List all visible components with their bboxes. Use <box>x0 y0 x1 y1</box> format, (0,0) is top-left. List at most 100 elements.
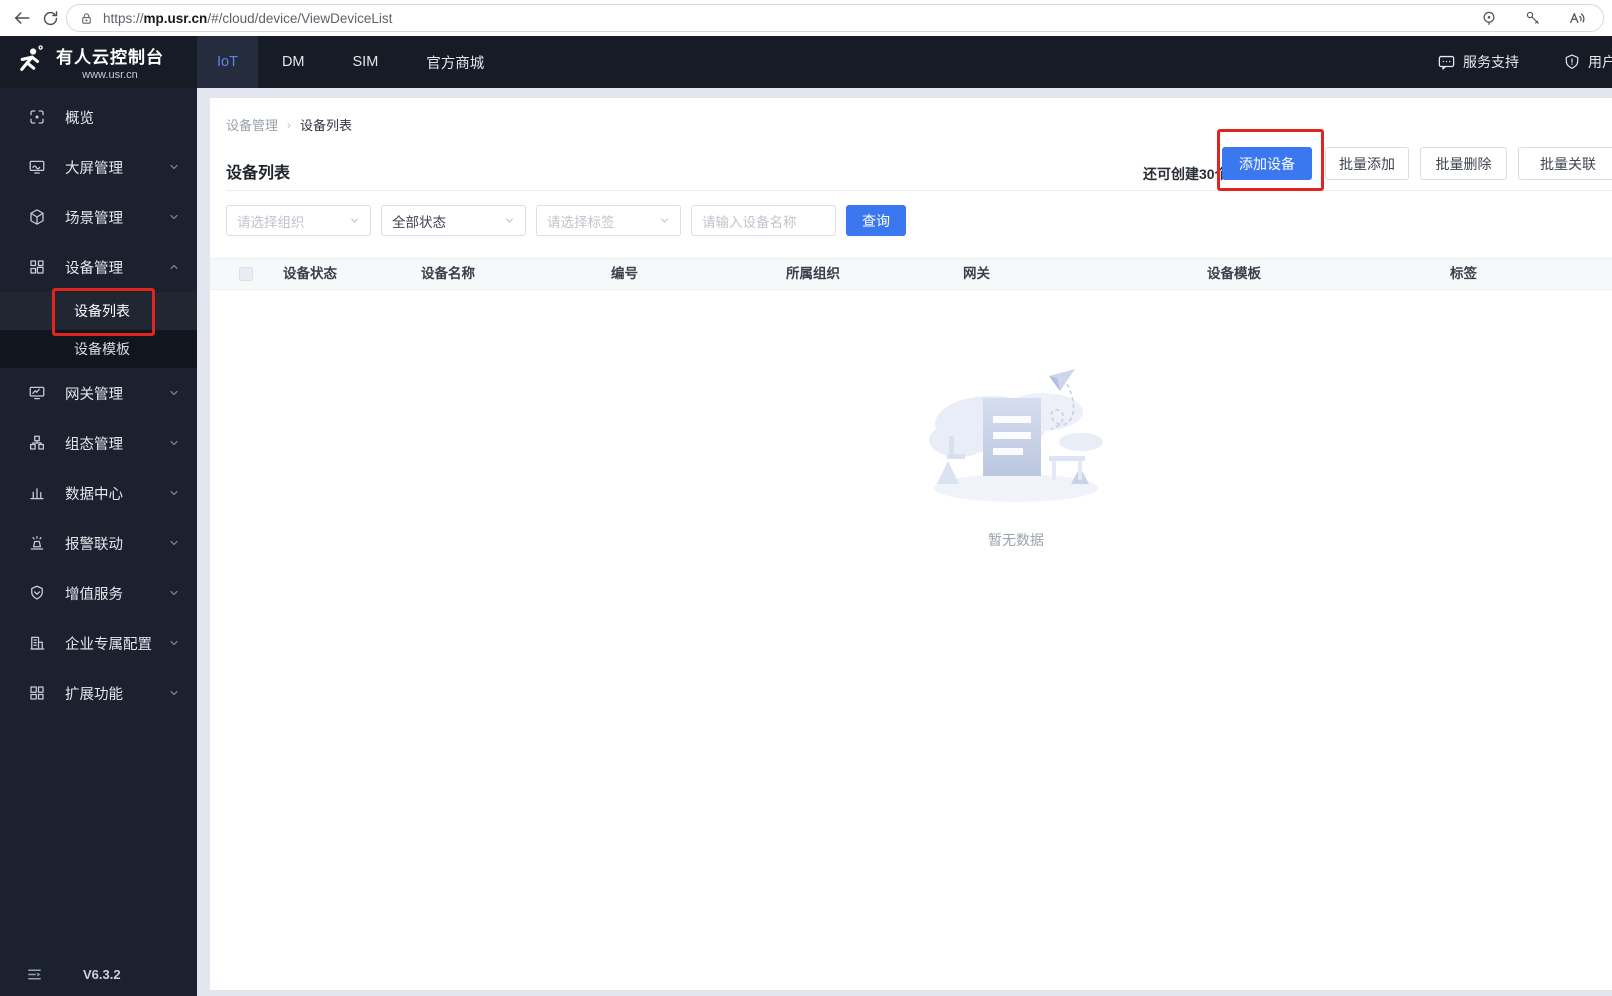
data-center-icon <box>30 488 44 500</box>
browser-back-button[interactable] <box>8 4 36 32</box>
sidebar-label: 企业专属配置 <box>65 636 152 653</box>
breadcrumb: 设备管理 › 设备列表 <box>226 115 352 134</box>
sidebar-item-alarm[interactable]: 报警联动 <box>0 518 197 568</box>
add-device-button[interactable]: 添加设备 <box>1222 147 1312 180</box>
app-header: 有人云控制台 www.usr.cn IoT DM SIM 官方商城 服务支持 用… <box>0 36 1612 88</box>
page-title: 设备列表 <box>226 165 291 182</box>
column-header-organization[interactable]: 所属组织 <box>786 259 840 289</box>
sidebar-label: 设备列表 <box>74 303 130 319</box>
batch-add-button[interactable]: 批量添加 <box>1325 147 1409 180</box>
sidebar-label: 扩展功能 <box>65 686 123 703</box>
organization-select-placeholder: 请选择组织 <box>237 214 305 230</box>
scene-icon <box>30 209 44 225</box>
main-content: 设备管理 › 设备列表 设备列表 还可创建30个 添加设备 批量添加 批量删除 … <box>197 88 1612 996</box>
tab-iot[interactable]: IoT <box>197 36 258 88</box>
search-button[interactable]: 查询 <box>846 205 906 236</box>
status-select[interactable]: 全部状态 <box>381 205 526 236</box>
logo[interactable]: 有人云控制台 www.usr.cn <box>0 36 197 88</box>
sidebar-item-scada[interactable]: 组态管理 <box>0 418 197 468</box>
chevron-down-icon <box>170 640 178 646</box>
user-center-link[interactable]: 用户中心 <box>1563 52 1612 72</box>
address-bar[interactable]: https://mp.usr.cn/#/cloud/device/ViewDev… <box>66 4 1604 32</box>
service-support-label: 服务支持 <box>1463 54 1519 70</box>
browser-refresh-button[interactable] <box>36 4 64 32</box>
column-header-gateway[interactable]: 网关 <box>963 259 990 289</box>
chevron-down-icon <box>170 490 178 496</box>
tab-dm[interactable]: DM <box>258 36 329 88</box>
device-name-input[interactable]: 请输入设备名称 <box>691 205 836 236</box>
sidebar-item-scene[interactable]: 场景管理 <box>0 192 197 242</box>
version-label: V6.3.2 <box>83 967 121 982</box>
runner-logo-icon <box>20 45 43 71</box>
chevron-down-icon <box>170 540 178 546</box>
chevron-down-icon <box>170 590 178 596</box>
organization-select[interactable]: 请选择组织 <box>226 205 371 236</box>
shield-icon <box>1565 54 1579 69</box>
breadcrumb-device-management[interactable]: 设备管理 <box>226 115 278 134</box>
user-center-label: 用户中心 <box>1588 54 1612 70</box>
content-card: 设备管理 › 设备列表 设备列表 还可创建30个 添加设备 批量添加 批量删除 … <box>210 98 1612 990</box>
empty-state-text: 暂无数据 <box>988 532 1044 548</box>
title-divider <box>226 190 1612 191</box>
sidebar-item-gateway[interactable]: 网关管理 <box>0 368 197 418</box>
sidebar-item-device-management[interactable]: 设备管理 <box>0 242 197 292</box>
sidebar-label: 增值服务 <box>65 586 123 603</box>
sidebar-item-device-template[interactable]: 设备模板 <box>0 330 197 368</box>
chevron-down-icon <box>351 218 358 223</box>
sidebar-item-big-screen[interactable]: 大屏管理 <box>0 142 197 192</box>
batch-link-button[interactable]: 批量关联 <box>1518 147 1612 180</box>
chevron-down-icon <box>170 214 178 220</box>
sidebar: 概览 大屏管理 场景管理 设备管理 设备列表 设备模板 网关管理 组态管理 数据 <box>0 88 197 996</box>
column-header-device-status[interactable]: 设备状态 <box>283 259 337 289</box>
chevron-down-icon <box>661 218 668 223</box>
select-all-checkbox[interactable] <box>239 267 253 281</box>
sidebar-label: 概览 <box>65 110 94 127</box>
sidebar-item-overview[interactable]: 概览 <box>0 92 197 142</box>
column-header-device-name[interactable]: 设备名称 <box>421 259 475 289</box>
sidebar-label: 网关管理 <box>65 386 123 403</box>
app-title: 有人云控制台 <box>56 48 164 67</box>
chat-icon <box>1438 55 1455 70</box>
chevron-down-icon <box>170 164 178 170</box>
sidebar-label: 大屏管理 <box>65 160 123 177</box>
sidebar-label: 组态管理 <box>65 436 123 453</box>
tab-official-store[interactable]: 官方商城 <box>402 36 508 88</box>
sidebar-label: 场景管理 <box>65 210 123 227</box>
empty-state: 暂无数据 <box>921 366 1111 550</box>
chevron-up-icon <box>170 264 178 270</box>
column-header-serial[interactable]: 编号 <box>611 259 638 289</box>
column-header-template[interactable]: 设备模板 <box>1207 259 1261 289</box>
batch-delete-button[interactable]: 批量删除 <box>1420 147 1507 180</box>
breadcrumb-separator-icon: › <box>287 117 292 132</box>
quota-remaining-label: 还可创建30个 <box>1143 166 1229 182</box>
read-aloud-icon[interactable] <box>1568 9 1587 28</box>
sidebar-item-device-list[interactable]: 设备列表 <box>0 292 197 330</box>
sidebar-item-enterprise-config[interactable]: 企业专属配置 <box>0 618 197 668</box>
device-management-submenu: 设备列表 设备模板 <box>0 292 197 368</box>
sidebar-label: 数据中心 <box>65 486 123 503</box>
big-screen-icon <box>29 160 45 174</box>
tab-sim[interactable]: SIM <box>329 36 403 88</box>
service-support-link[interactable]: 服务支持 <box>1437 52 1519 72</box>
value-service-icon <box>31 585 43 600</box>
chevron-down-icon <box>170 390 178 396</box>
scada-icon <box>29 435 45 450</box>
sidebar-item-value-service[interactable]: 增值服务 <box>0 568 197 618</box>
browser-toolbar: https://mp.usr.cn/#/cloud/device/ViewDev… <box>0 0 1612 36</box>
app-subtitle: www.usr.cn <box>82 69 138 81</box>
sidebar-item-extensions[interactable]: 扩展功能 <box>0 668 197 718</box>
device-icon <box>30 260 44 274</box>
sidebar-label: 报警联动 <box>65 536 123 553</box>
filter-bar: 请选择组织 全部状态 请选择标签 请输入设备名称 查询 <box>226 205 906 236</box>
sidebar-item-data-center[interactable]: 数据中心 <box>0 468 197 518</box>
collapse-sidebar-icon[interactable] <box>26 966 43 983</box>
device-table-header: 设备状态 设备名称 编号 所属组织 网关 设备模板 标签 <box>210 258 1612 290</box>
column-header-tag[interactable]: 标签 <box>1450 259 1477 289</box>
key-icon[interactable] <box>1524 9 1542 27</box>
empty-state-illustration <box>929 369 1103 502</box>
sidebar-label: 设备管理 <box>65 260 123 277</box>
overview-icon <box>30 110 44 124</box>
location-icon[interactable] <box>1480 9 1498 27</box>
lock-icon <box>82 12 91 24</box>
tag-select[interactable]: 请选择标签 <box>536 205 681 236</box>
